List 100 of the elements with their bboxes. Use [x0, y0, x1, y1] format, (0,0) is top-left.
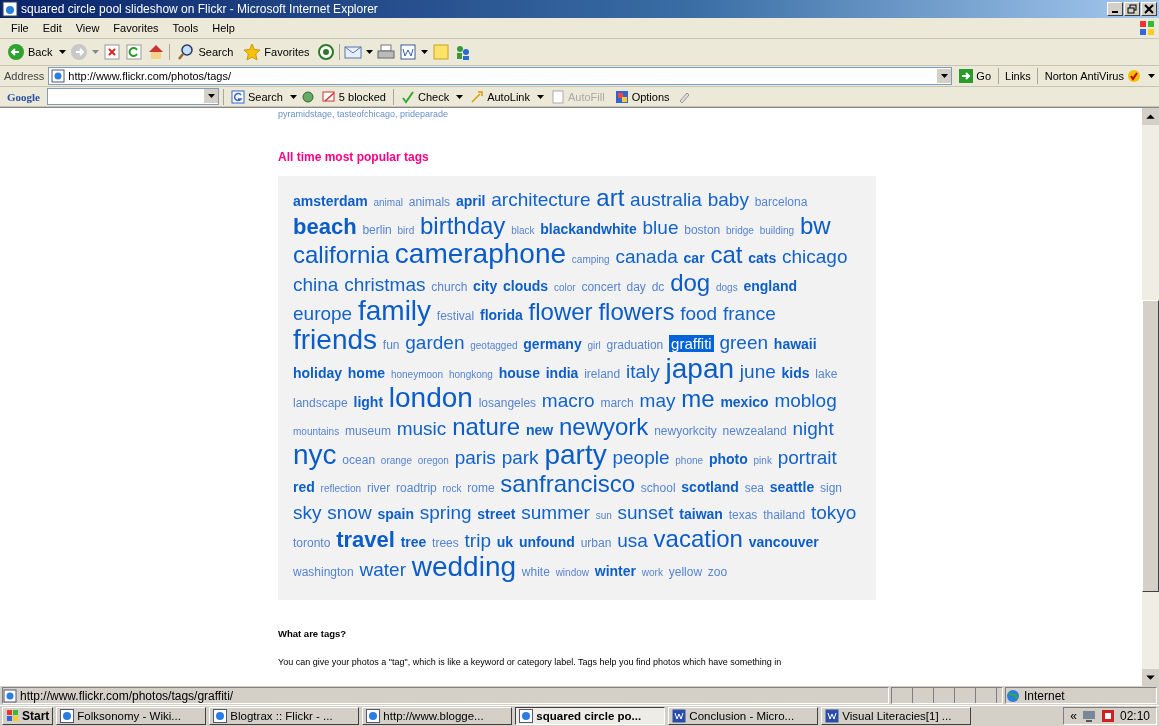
tag-link[interactable]: trees: [432, 536, 459, 550]
google-search-button[interactable]: Search: [228, 88, 286, 105]
close-button[interactable]: [1141, 2, 1157, 16]
tag-link[interactable]: fun: [382, 338, 400, 352]
taskbar-button[interactable]: Visual Literacies[1] ...: [821, 707, 972, 725]
tag-link[interactable]: water: [359, 559, 406, 580]
tag-link[interactable]: color: [553, 282, 576, 293]
tag-link[interactable]: rock: [442, 483, 462, 494]
tag-link[interactable]: italy: [625, 361, 660, 382]
tag-link[interactable]: sea: [744, 481, 765, 495]
tag-link[interactable]: march: [600, 396, 634, 410]
tag-link[interactable]: washington: [293, 565, 354, 579]
tag-link[interactable]: england: [743, 278, 798, 294]
tag-link[interactable]: newyorkcity: [654, 424, 717, 438]
tag-link[interactable]: germany: [523, 336, 582, 352]
tag-link[interactable]: family: [357, 295, 432, 326]
tag-link[interactable]: sign: [819, 481, 842, 495]
tag-link[interactable]: girl: [587, 340, 601, 351]
tag-link[interactable]: berlin: [362, 223, 392, 237]
tag-link[interactable]: graduation: [606, 338, 664, 352]
tag-link[interactable]: street: [477, 506, 516, 522]
tag-link[interactable]: food: [680, 303, 718, 324]
menu-item[interactable]: Help: [205, 20, 242, 36]
tag-link[interactable]: sunset: [617, 502, 674, 523]
tag-link[interactable]: mountains: [293, 426, 340, 437]
favorites-button[interactable]: Favorites: [240, 42, 313, 62]
tag-link[interactable]: portrait: [777, 447, 837, 468]
tag-link[interactable]: blackandwhite: [540, 221, 637, 237]
tag-link[interactable]: work: [641, 567, 663, 578]
tag-link[interactable]: new: [525, 422, 554, 438]
tag-link[interactable]: nature: [452, 413, 521, 440]
home-icon[interactable]: [147, 43, 166, 61]
tag-link[interactable]: light: [353, 394, 384, 410]
tag-link[interactable]: snow: [327, 502, 372, 523]
tag-link[interactable]: rome: [467, 481, 495, 495]
tag-link[interactable]: animal: [373, 197, 403, 208]
tag-link[interactable]: sun: [595, 510, 612, 521]
tag-link[interactable]: zoo: [707, 565, 728, 579]
tag-link[interactable]: thailand: [763, 508, 806, 522]
tag-link[interactable]: canada: [615, 246, 678, 267]
tag-link[interactable]: uk: [496, 534, 514, 550]
tag-link[interactable]: photo: [708, 451, 748, 467]
tag-link[interactable]: trip: [464, 530, 491, 551]
tag-link[interactable]: landscape: [293, 396, 348, 410]
minimize-button[interactable]: [1107, 2, 1123, 16]
caret-icon[interactable]: [456, 94, 464, 99]
caret-icon[interactable]: [289, 94, 297, 99]
tag-link[interactable]: oregon: [417, 455, 449, 466]
tag-link[interactable]: april: [455, 193, 486, 209]
tag-link[interactable]: white: [521, 565, 550, 579]
tag-link[interactable]: spring: [419, 502, 472, 523]
tag-link[interactable]: orange: [380, 455, 412, 466]
tag-link[interactable]: city: [473, 278, 498, 294]
tag-link[interactable]: beach: [293, 214, 357, 239]
tag-link[interactable]: nyc: [293, 439, 337, 470]
tag-link[interactable]: bridge: [726, 225, 754, 236]
tag-link[interactable]: china: [293, 274, 339, 295]
dropdown-icon[interactable]: [940, 74, 948, 78]
tag-link[interactable]: winter: [594, 563, 636, 579]
tag-link[interactable]: blue: [642, 217, 679, 238]
tag-link[interactable]: usa: [617, 530, 648, 551]
tag-link[interactable]: home: [347, 365, 386, 381]
search-button[interactable]: Search: [174, 42, 237, 62]
start-button[interactable]: Start: [2, 707, 54, 725]
tag-link[interactable]: macro: [541, 390, 595, 411]
tag-link[interactable]: sanfrancisco: [500, 470, 636, 497]
tag-link[interactable]: green: [719, 332, 769, 353]
restore-button[interactable]: [1124, 2, 1140, 16]
tag-link[interactable]: friends: [293, 324, 378, 355]
tag-link[interactable]: flower: [528, 298, 593, 325]
menu-item[interactable]: Edit: [35, 20, 69, 36]
tag-link[interactable]: tree: [400, 534, 427, 550]
menu-item[interactable]: File: [4, 20, 36, 36]
tag-link[interactable]: holiday: [293, 365, 342, 381]
tag-link[interactable]: toronto: [293, 536, 331, 550]
menu-item[interactable]: View: [68, 20, 107, 36]
caret-icon[interactable]: [59, 50, 67, 54]
tag-link[interactable]: sky: [293, 502, 322, 523]
tag-link[interactable]: amsterdam: [293, 193, 368, 209]
tag-link[interactable]: losangeles: [478, 396, 537, 410]
media-icon[interactable]: [316, 43, 335, 61]
google-search-field[interactable]: [47, 88, 219, 105]
tag-link[interactable]: park: [501, 447, 539, 468]
tag-link[interactable]: cats: [748, 250, 777, 266]
tag-link[interactable]: moblog: [774, 390, 837, 411]
tag-link[interactable]: wedding: [411, 551, 517, 582]
tag-link[interactable]: scotland: [681, 479, 739, 495]
vertical-scrollbar[interactable]: [1142, 108, 1159, 686]
tag-link[interactable]: camping: [571, 254, 610, 265]
tag-link[interactable]: june: [739, 361, 776, 382]
menu-item[interactable]: Favorites: [106, 20, 166, 36]
tag-link[interactable]: graffiti: [669, 335, 714, 352]
tag-link[interactable]: red: [293, 479, 315, 495]
tag-link[interactable]: honeymoon: [390, 369, 444, 380]
caret-icon[interactable]: [420, 50, 428, 54]
tag-link[interactable]: urban: [580, 536, 612, 550]
tag-link[interactable]: art: [596, 184, 625, 211]
tag-link[interactable]: europe: [293, 303, 353, 324]
tag-link[interactable]: window: [555, 567, 589, 578]
tray-toggle[interactable]: «: [1070, 709, 1077, 723]
